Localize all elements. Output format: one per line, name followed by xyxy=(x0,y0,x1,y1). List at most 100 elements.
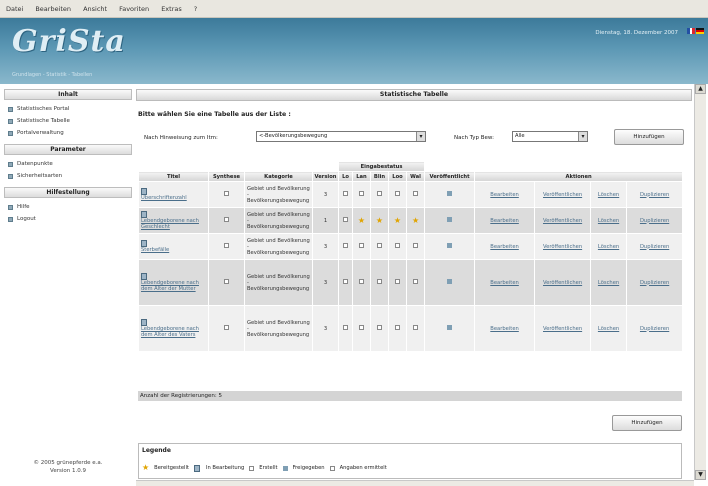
action-link[interactable]: Löschen xyxy=(598,244,619,250)
action-link[interactable]: Duplizieren xyxy=(640,280,669,286)
sidebar-item-logout[interactable]: Logout xyxy=(4,213,132,225)
action-link[interactable]: Veröffentlichen xyxy=(543,192,582,198)
status-checkbox[interactable] xyxy=(343,243,348,248)
table-title-link[interactable]: Lebendgeborene nach dem Alter des Vaters xyxy=(141,326,199,338)
action-link[interactable]: Bearbeiten xyxy=(490,192,519,198)
logo-tagline: Grundlagen - Statistik - Tabellen xyxy=(12,72,93,78)
status-checkbox[interactable] xyxy=(413,243,419,248)
table-title-link[interactable]: Sterbefälle xyxy=(141,247,169,253)
cell-action: Löschen xyxy=(590,233,628,260)
cell-title: Überschriftenzahl xyxy=(138,181,209,208)
vertical-scrollbar[interactable]: ▲ ▼ xyxy=(694,84,706,480)
col-header-titel[interactable]: Titel xyxy=(138,171,209,182)
table-row: Überschriftenzahl Gebiet und Bevölkerung -… xyxy=(138,181,684,208)
menu-favorites[interactable]: Favoriten xyxy=(119,5,149,13)
action-link[interactable]: Duplizieren xyxy=(640,326,669,332)
sidebar-item-tabelle[interactable]: Statistische Tabelle xyxy=(4,115,132,127)
action-link[interactable]: Veröffentlichen xyxy=(543,326,582,332)
category-select[interactable]: <-Bevölkerungsbewegung ▾ xyxy=(256,131,426,142)
status-cell xyxy=(352,181,371,208)
type-select[interactable]: Alle ▾ xyxy=(512,131,588,142)
action-link[interactable]: Duplizieren xyxy=(640,218,669,224)
menu-file[interactable]: Datei xyxy=(6,5,23,13)
scroll-up-icon[interactable]: ▲ xyxy=(695,84,706,94)
action-link[interactable]: Duplizieren xyxy=(640,244,669,250)
status-checkbox[interactable] xyxy=(377,191,382,196)
status-checkbox[interactable] xyxy=(343,191,348,196)
action-link[interactable]: Löschen xyxy=(598,280,619,286)
status-checkbox[interactable] xyxy=(359,191,364,196)
action-link[interactable]: Bearbeiten xyxy=(490,244,519,250)
sidebar-item-sicherheitsarten[interactable]: Sicherheitsarten xyxy=(4,170,132,182)
status-checkbox[interactable] xyxy=(359,325,364,330)
col-header-veroeffentlicht[interactable]: Veröffentlicht xyxy=(424,171,476,182)
cell-action: Duplizieren xyxy=(626,181,684,208)
status-checkbox[interactable] xyxy=(395,279,400,284)
menu-view[interactable]: Ansicht xyxy=(83,5,107,13)
menu-edit[interactable]: Bearbeiten xyxy=(35,5,71,13)
col-header-synthese[interactable]: Synthese xyxy=(208,171,245,182)
status-checkbox[interactable] xyxy=(343,217,348,222)
pencil-icon xyxy=(193,464,200,472)
synthese-checkbox[interactable] xyxy=(224,279,229,284)
status-checkbox[interactable] xyxy=(343,279,348,284)
col-header-kategorie[interactable]: Kategorie xyxy=(244,171,313,182)
action-link[interactable]: Löschen xyxy=(598,218,619,224)
flag-de-icon[interactable] xyxy=(696,28,704,34)
status-checkbox[interactable] xyxy=(413,191,419,196)
cell-title: Sterbefälle xyxy=(138,233,209,260)
chevron-down-icon[interactable]: ▾ xyxy=(578,132,587,141)
chevron-down-icon[interactable]: ▾ xyxy=(416,132,425,141)
sidebar-item-hilfe[interactable]: Hilfe xyxy=(4,201,132,213)
table-title-link[interactable]: Lebendgeborene nach Geschlecht xyxy=(141,218,199,230)
type-filter-label: Nach Typ Bew: xyxy=(454,135,494,141)
add-button-bottom[interactable]: Hinzufügen xyxy=(612,415,682,431)
cell-action: Veröffentlichen xyxy=(534,305,592,352)
status-checkbox[interactable] xyxy=(359,243,364,248)
cell-title: Lebendgeborene nach dem Alter der Mutter xyxy=(138,259,209,306)
sidebar-item-portalverwaltung[interactable]: Portalverwaltung xyxy=(4,127,132,139)
status-checkbox[interactable] xyxy=(395,191,400,196)
document-icon xyxy=(141,188,147,195)
scroll-down-icon[interactable]: ▼ xyxy=(695,470,706,480)
action-link[interactable]: Löschen xyxy=(598,326,619,332)
status-cell xyxy=(370,259,389,306)
synthese-checkbox[interactable] xyxy=(224,191,229,196)
action-link[interactable]: Bearbeiten xyxy=(490,218,519,224)
action-link[interactable]: Duplizieren xyxy=(640,192,669,198)
synthese-checkbox[interactable] xyxy=(224,325,229,330)
status-checkbox[interactable] xyxy=(413,325,419,330)
synthese-checkbox[interactable] xyxy=(224,217,229,222)
published-icon xyxy=(447,325,453,330)
grista-logo[interactable]: GriSta xyxy=(12,24,126,59)
status-checkbox[interactable] xyxy=(343,325,348,330)
table-title-link[interactable]: Überschriftenzahl xyxy=(141,195,187,201)
add-button-top[interactable]: Hinzufügen xyxy=(614,129,684,145)
action-link[interactable]: Bearbeiten xyxy=(490,326,519,332)
table-title-link[interactable]: Lebendgeborene nach dem Alter der Mutter xyxy=(141,280,199,292)
status-checkbox[interactable] xyxy=(395,325,400,330)
flag-fr-icon[interactable] xyxy=(687,28,696,34)
status-checkbox[interactable] xyxy=(377,243,382,248)
action-link[interactable]: Veröffentlichen xyxy=(543,218,582,224)
sidebar-item-datenpunkte[interactable]: Datenpunkte xyxy=(4,158,132,170)
status-checkbox[interactable] xyxy=(377,279,382,284)
menu-help[interactable]: ? xyxy=(194,5,197,13)
action-link[interactable]: Veröffentlichen xyxy=(543,280,582,286)
status-checkbox[interactable] xyxy=(359,279,364,284)
horizontal-scrollbar[interactable] xyxy=(136,480,694,486)
col-header-version[interactable]: Version xyxy=(312,171,339,182)
status-checkbox[interactable] xyxy=(395,243,400,248)
sidebar-item-portal[interactable]: Statistisches Portal xyxy=(4,103,132,115)
cell-version: 3 xyxy=(312,305,339,352)
action-link[interactable]: Veröffentlichen xyxy=(543,244,582,250)
status-checkbox[interactable] xyxy=(413,279,419,284)
action-link[interactable]: Bearbeiten xyxy=(490,280,519,286)
menu-extras[interactable]: Extras xyxy=(161,5,182,13)
category-sub: Bevölkerungsbewegung xyxy=(247,249,310,256)
document-icon xyxy=(141,211,147,218)
status-checkbox[interactable] xyxy=(377,325,382,330)
action-link[interactable]: Löschen xyxy=(598,192,619,198)
synthese-checkbox[interactable] xyxy=(224,243,229,248)
table-row: Lebendgeborene nach Geschlecht Gebiet und… xyxy=(138,207,684,234)
